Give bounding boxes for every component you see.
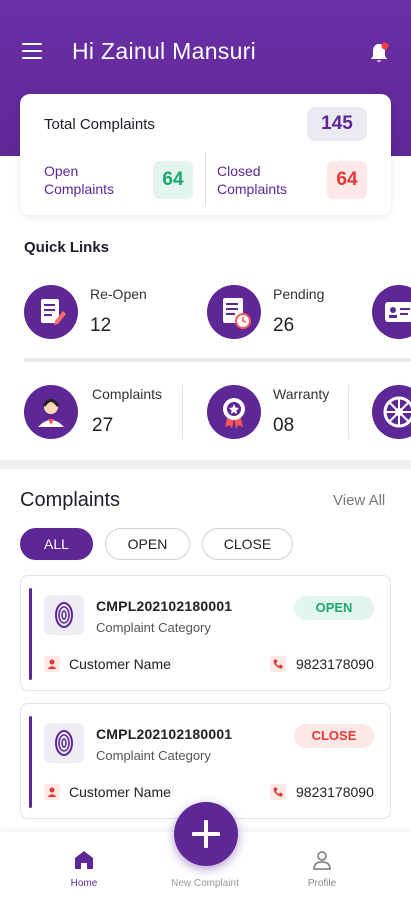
closed-complaints-count[interactable]: 64 [327, 161, 367, 199]
customer-name: Customer Name [69, 656, 171, 672]
quick-links-divider [24, 358, 411, 362]
greeting-title: Hi Zainul Mansuri [72, 38, 257, 64]
nav-home-label: Home [70, 878, 98, 889]
quick-link-count: 08 [273, 415, 295, 436]
section-divider [0, 460, 411, 469]
home-icon [75, 851, 93, 869]
customer-phone[interactable]: 9823178090 [296, 784, 374, 800]
total-complaints-count: 145 [307, 107, 367, 141]
quick-link-label: Warranty [273, 386, 330, 402]
open-complaints-count[interactable]: 64 [153, 161, 193, 199]
person-icon [44, 656, 60, 672]
quick-link-separator [348, 385, 349, 439]
card-accent-bar [29, 588, 32, 680]
quick-link-label: Pending [273, 286, 325, 302]
customer-phone[interactable]: 9823178090 [296, 656, 374, 672]
phone-icon[interactable] [270, 784, 286, 800]
open-complaints-label[interactable]: Open Complaints [44, 162, 114, 198]
bell-icon[interactable] [369, 42, 389, 64]
complaint-id: CMPL202102180001 [96, 598, 233, 614]
nav-profile[interactable]: Profile [272, 832, 372, 902]
complaint-category: Complaint Category [96, 620, 211, 635]
id-card-icon [372, 285, 411, 339]
wheel-icon [372, 385, 411, 439]
quick-links-title: Quick Links [24, 239, 110, 256]
nav-new-complaint-label: New Complaint [171, 878, 239, 889]
complaint-category: Complaint Category [96, 748, 211, 763]
reopen-document-icon [24, 285, 78, 339]
warranty-badge-icon [207, 385, 261, 439]
complaints-section-title: Complaints [20, 489, 121, 511]
complaint-id: CMPL202102180001 [96, 726, 233, 742]
view-all-link[interactable]: View All [333, 492, 385, 509]
nav-home[interactable]: Home [34, 832, 134, 902]
filter-all-button[interactable]: ALL [20, 528, 93, 560]
complaint-card[interactable]: CMPL202102180001 Complaint Category OPEN… [20, 575, 391, 691]
new-complaint-fab[interactable] [174, 802, 238, 866]
quick-link-label: Re-Open [90, 286, 147, 302]
filter-open-button[interactable]: OPEN [105, 528, 190, 560]
filter-close-button[interactable]: CLOSE [202, 528, 293, 560]
nav-profile-label: Profile [307, 878, 337, 889]
complaints-summary-card: Total Complaints 145 Open Complaints 64 … [20, 94, 391, 215]
profile-icon [313, 851, 331, 870]
status-badge: OPEN [294, 596, 374, 620]
hamburger-menu-icon[interactable] [22, 43, 42, 59]
tyre-icon [44, 595, 84, 635]
card-accent-bar [29, 716, 32, 808]
support-agent-icon [24, 385, 78, 439]
quick-link-separator [182, 385, 183, 439]
person-icon [44, 784, 60, 800]
status-badge: CLOSE [294, 724, 374, 748]
pending-clock-document-icon [207, 285, 261, 339]
phone-icon[interactable] [270, 656, 286, 672]
closed-complaints-label[interactable]: Closed Complaints [217, 162, 287, 198]
quick-link-count: 27 [92, 415, 114, 436]
plus-icon [192, 820, 220, 848]
tyre-icon [44, 723, 84, 763]
total-complaints-label: Total Complaints [44, 116, 155, 133]
quick-link-label: Complaints [92, 386, 163, 402]
quick-link-count: 12 [90, 315, 112, 336]
summary-divider [205, 152, 206, 206]
customer-name: Customer Name [69, 784, 171, 800]
quick-link-count: 26 [273, 315, 295, 336]
